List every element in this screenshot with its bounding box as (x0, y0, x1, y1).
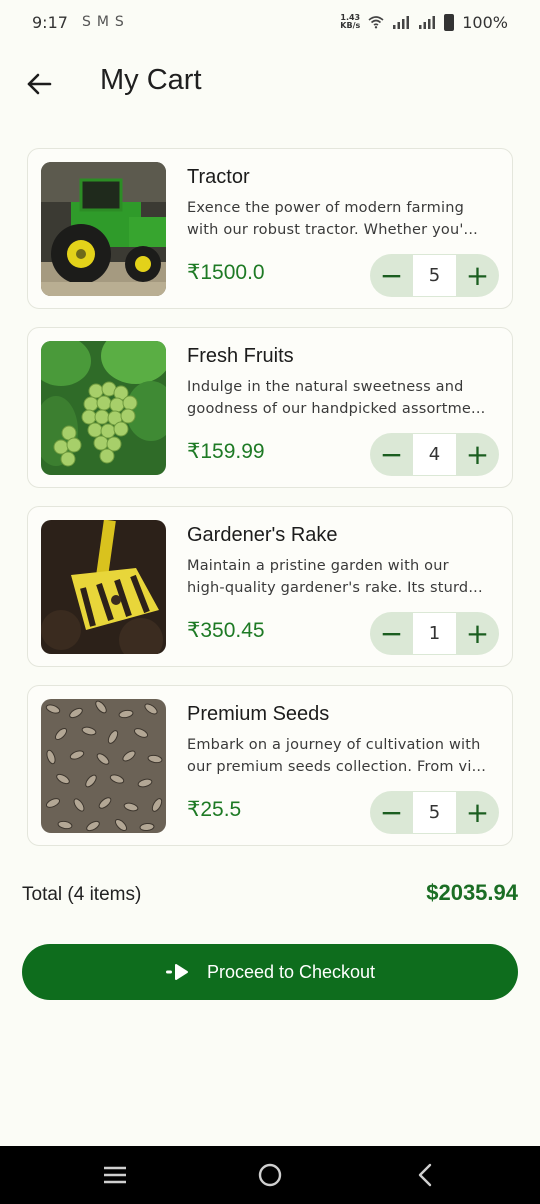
status-bar: 9:17 S M S 1.43 KB/s 100% (0, 0, 540, 44)
product-description: Maintain a pristine garden with our high… (187, 558, 483, 596)
wifi-icon (368, 16, 384, 29)
notification-icon: S (114, 14, 124, 30)
product-price: ₹25.5 (187, 798, 242, 821)
product-image-grapes (41, 341, 166, 475)
product-name: Gardener's Rake (187, 524, 338, 546)
increase-quantity-button[interactable]: + (456, 433, 499, 476)
decrease-quantity-button[interactable]: − (370, 433, 413, 476)
quantity-value: 4 (413, 434, 456, 475)
cart-item-card[interactable]: Tractor Exence the power of modern farmi… (27, 148, 513, 309)
notification-icon: S (81, 14, 91, 30)
increase-quantity-button[interactable]: + (456, 254, 499, 297)
quantity-stepper: − 1 + (370, 612, 499, 655)
product-description: Exence the power of modern farming with … (187, 200, 478, 238)
product-description: Indulge in the natural sweetness and goo… (187, 379, 486, 417)
increase-quantity-button[interactable]: + (456, 612, 499, 655)
quantity-stepper: − 4 + (370, 433, 499, 476)
product-description: Embark on a journey of cultivation with … (187, 737, 486, 775)
home-icon (258, 1163, 282, 1187)
cart-screen: 9:17 S M S 1.43 KB/s 100% My Cart Tracto… (0, 0, 540, 1204)
cart-list: Tractor Exence the power of modern farmi… (27, 148, 513, 864)
notification-icons: S M S (82, 14, 124, 30)
recents-button[interactable] (100, 1160, 130, 1190)
product-name: Tractor (187, 166, 250, 188)
system-nav-bar (0, 1146, 540, 1204)
signal-icon (393, 16, 410, 29)
proceed-to-checkout-button[interactable]: Proceed to Checkout (22, 944, 518, 1000)
checkout-arrow-icon (165, 963, 191, 981)
page-title: My Cart (100, 64, 202, 96)
signal-icon (419, 16, 436, 29)
network-speed: 1.43 KB/s (340, 13, 361, 30)
total-value: $2035.94 (426, 880, 518, 905)
product-image-tractor (41, 162, 166, 296)
decrease-quantity-button[interactable]: − (370, 612, 413, 655)
quantity-stepper: − 5 + (370, 791, 499, 834)
quantity-value: 1 (413, 613, 456, 654)
quantity-stepper: − 5 + (370, 254, 499, 297)
system-back-button[interactable] (410, 1160, 440, 1190)
cart-item-card[interactable]: Gardener's Rake Maintain a pristine gard… (27, 506, 513, 667)
product-image-seeds (41, 699, 166, 833)
battery-icon (444, 13, 455, 31)
cart-item-card[interactable]: Fresh Fruits Indulge in the natural swee… (27, 327, 513, 488)
gmail-icon: M (96, 14, 109, 30)
arrow-left-icon (27, 73, 52, 95)
decrease-quantity-button[interactable]: − (370, 254, 413, 297)
product-price: ₹159.99 (187, 440, 265, 463)
back-icon (418, 1163, 432, 1187)
quantity-value: 5 (413, 255, 456, 296)
cart-total-row: Total (4 items) $2035.94 (22, 880, 518, 910)
recents-icon (104, 1166, 126, 1184)
checkout-label: Proceed to Checkout (206, 961, 376, 982)
back-button[interactable] (22, 66, 58, 102)
battery-percent: 100% (462, 12, 508, 32)
product-name: Fresh Fruits (187, 345, 294, 367)
app-header: My Cart (0, 56, 540, 112)
product-price: ₹1500.0 (187, 261, 265, 284)
product-name: Premium Seeds (187, 703, 330, 725)
status-time: 9:17 (32, 12, 68, 32)
cart-item-card[interactable]: Premium Seeds Embark on a journey of cul… (27, 685, 513, 846)
total-label: Total (4 items) (22, 884, 142, 905)
product-image-rake (41, 520, 166, 654)
home-button[interactable] (255, 1160, 285, 1190)
increase-quantity-button[interactable]: + (456, 791, 499, 834)
product-price: ₹350.45 (187, 619, 265, 642)
quantity-value: 5 (413, 792, 456, 833)
decrease-quantity-button[interactable]: − (370, 791, 413, 834)
